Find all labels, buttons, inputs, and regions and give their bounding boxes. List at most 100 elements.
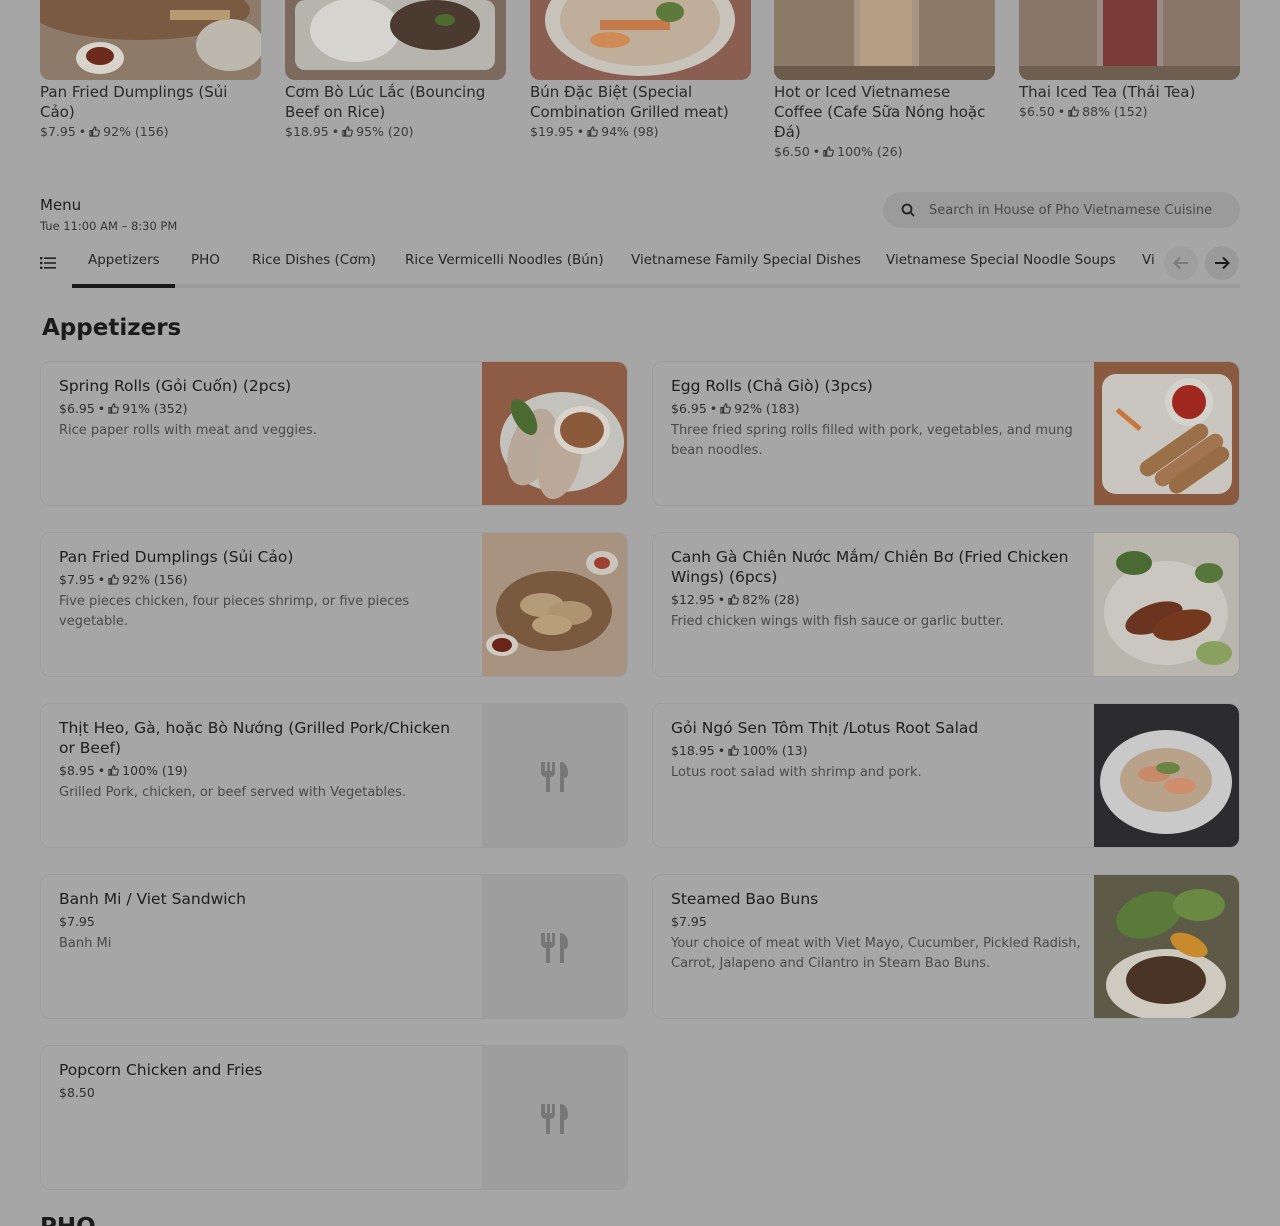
featured-title: Pan Fried Dumplings (Sủi Cảo) [40, 83, 228, 121]
featured-meta: $19.95 • 94% (98) [530, 124, 659, 139]
tab-rice-dishes[interactable]: Rice Dishes (Cơm) [252, 252, 376, 268]
item-meta: $7.95 [671, 914, 1081, 929]
item-image-spring-rolls [482, 362, 627, 505]
menu-item-card[interactable]: Thịt Heo, Gà, hoặc Bò Nướng (Grilled Por… [40, 703, 628, 848]
featured-meta: $6.50 • 100% (26) [774, 144, 903, 159]
item-name: Thịt Heo, Gà, hoặc Bò Nướng (Grilled Por… [59, 719, 451, 757]
tab-appetizers[interactable]: Appetizers [88, 252, 160, 268]
featured-card[interactable]: Cơm Bò Lúc Lắc (Bouncing Beef on Rice) $… [285, 0, 506, 139]
item-name: Gỏi Ngó Sen Tôm Thịt /Lotus Root Salad [671, 719, 979, 737]
tabs-prev-button[interactable] [1164, 246, 1198, 280]
item-name: Canh Gà Chiên Nước Mắm/ Chiên Bơ (Fried … [671, 548, 1069, 586]
menu-item-card[interactable]: Steamed Bao Buns $7.95 Your choice of me… [652, 874, 1240, 1019]
thumbs-up-icon [108, 574, 120, 585]
thumbs-up-icon [342, 126, 353, 137]
item-description: Rice paper rolls with meat and veggies. [59, 423, 317, 438]
section-title: Appetizers [42, 315, 182, 341]
tab-vietnamese[interactable]: Vietnamese [1142, 252, 1155, 268]
search-input[interactable] [929, 202, 1219, 218]
item-meta: $8.95 • 100% (19) [59, 763, 188, 778]
menu-item-card[interactable]: Popcorn Chicken and Fries $8.50 [40, 1045, 628, 1190]
tabs-scroll-area: Appetizers PHO Rice Dishes (Cơm) Rice Ve… [40, 244, 1155, 284]
featured-meta: $7.95 • 92% (156) [40, 124, 169, 139]
featured-image-thai-tea [1019, 0, 1240, 80]
featured-meta: $18.95 • 95% (20) [285, 124, 414, 139]
item-price: $12.95 [671, 592, 715, 607]
menu-item-card[interactable]: Spring Rolls (Gỏi Cuốn) (2pcs) $6.95 • 9… [40, 361, 628, 506]
category-tabs: Appetizers PHO Rice Dishes (Cơm) Rice Ve… [40, 244, 1240, 290]
item-rating: 82% (28) [742, 592, 800, 607]
featured-card[interactable]: Hot or Iced Vietnamese Coffee (Cafe Sữa … [774, 0, 995, 159]
item-description: Five pieces chicken, four pieces shrimp,… [59, 594, 410, 629]
item-price: $7.95 [671, 914, 707, 929]
tab-pho[interactable]: PHO [191, 252, 220, 268]
item-name: Banh Mi / Viet Sandwich [59, 890, 246, 908]
featured-image-bouncing-beef [285, 0, 506, 80]
featured-meta: $6.50 • 88% (152) [1019, 104, 1148, 119]
utensils-icon [540, 761, 568, 792]
utensils-icon [540, 1103, 568, 1134]
featured-card[interactable]: Bún Đặc Biệt (Special Combination Grille… [530, 0, 751, 139]
item-meta: $6.95 • 92% (183) [671, 401, 800, 416]
featured-title: Bún Đặc Biệt (Special Combination Grille… [530, 83, 729, 121]
item-price: $18.95 [671, 743, 715, 758]
item-rating: 100% (13) [742, 743, 808, 758]
item-meta: $12.95 • 82% (28) [671, 592, 800, 607]
item-image-placeholder [482, 704, 627, 847]
item-rating: 100% (19) [122, 763, 188, 778]
item-name: Steamed Bao Buns [671, 890, 819, 908]
tab-special-noodle-soups[interactable]: Vietnamese Special Noodle Soups [886, 252, 1116, 268]
thumbs-up-icon [587, 126, 598, 137]
item-meta: $6.95 • 91% (352) [59, 401, 188, 416]
menu-item-card[interactable]: Egg Rolls (Chả Giò) (3pcs) $6.95 • 92% (… [652, 361, 1240, 506]
item-description: Grilled Pork, chicken, or beef served wi… [59, 785, 407, 800]
item-price: $8.95 [59, 763, 95, 778]
thumbs-up-icon [728, 594, 739, 605]
item-image-placeholder [482, 1046, 627, 1189]
item-description: Banh Mi [59, 936, 112, 951]
item-rating: 91% (352) [122, 401, 188, 416]
item-image-placeholder [482, 875, 627, 1018]
featured-title: Cơm Bò Lúc Lắc (Bouncing Beef on Rice) [285, 83, 486, 121]
menu-item-card[interactable]: Gỏi Ngó Sen Tôm Thịt /Lotus Root Salad $… [652, 703, 1240, 848]
tabs-next-button[interactable] [1205, 246, 1239, 280]
arrow-right-icon [1215, 256, 1230, 270]
menu-hours: Tue 11:00 AM – 8:30 PM [40, 219, 178, 233]
utensils-icon [540, 932, 568, 963]
menu-item-card[interactable]: Banh Mi / Viet Sandwich $7.95 Banh Mi [40, 874, 628, 1019]
thumbs-up-icon [108, 765, 120, 776]
thumbs-up-icon [823, 146, 835, 157]
featured-card[interactable]: Thai Iced Tea (Thái Tea) $6.50 • 88% (15… [1019, 0, 1240, 119]
featured-image-dumplings [40, 0, 261, 80]
tab-family-special[interactable]: Vietnamese Family Special Dishes [631, 252, 861, 268]
menu-item-card[interactable]: Pan Fried Dumplings (Sủi Cảo) $7.95 • 92… [40, 532, 628, 677]
thumbs-up-icon [108, 403, 120, 414]
item-description: Three fried spring rolls filled with por… [671, 423, 1073, 458]
featured-title: Hot or Iced Vietnamese Coffee (Cafe Sữa … [774, 83, 986, 141]
item-description: Your choice of meat with Viet Mayo, Cucu… [671, 936, 1081, 971]
item-price: $6.95 [59, 401, 95, 416]
featured-image-bun [530, 0, 751, 80]
thumbs-up-icon [728, 745, 739, 756]
item-meta: $8.50 [59, 1085, 469, 1100]
item-image-dumplings [482, 533, 627, 676]
item-rating: 92% (183) [734, 401, 800, 416]
item-price: $7.95 [59, 914, 95, 929]
item-price: $6.95 [671, 401, 707, 416]
thumbs-up-icon [1068, 106, 1080, 117]
search-icon [901, 203, 915, 217]
thumbs-up-icon [89, 126, 101, 137]
featured-card[interactable]: Pan Fried Dumplings (Sủi Cảo) $7.95 • 92… [40, 0, 261, 139]
tab-rice-vermicelli[interactable]: Rice Vermicelli Noodles (Bún) [405, 252, 604, 268]
section-title-next: PHO [40, 1214, 96, 1226]
item-price: $8.50 [59, 1085, 95, 1100]
item-rating: 92% (156) [122, 572, 188, 587]
menu-title: Menu [40, 196, 82, 214]
menu-item-card[interactable]: Canh Gà Chiên Nước Mắm/ Chiên Bơ (Fried … [652, 532, 1240, 677]
item-description: Lotus root salad with shrimp and pork. [671, 765, 922, 780]
featured-image-coffee [774, 0, 995, 80]
item-meta: $7.95 [59, 914, 469, 929]
search-bar[interactable] [883, 192, 1240, 228]
featured-items: Pan Fried Dumplings (Sủi Cảo) $7.95 • 92… [40, 0, 1240, 170]
item-name: Popcorn Chicken and Fries [59, 1061, 263, 1079]
